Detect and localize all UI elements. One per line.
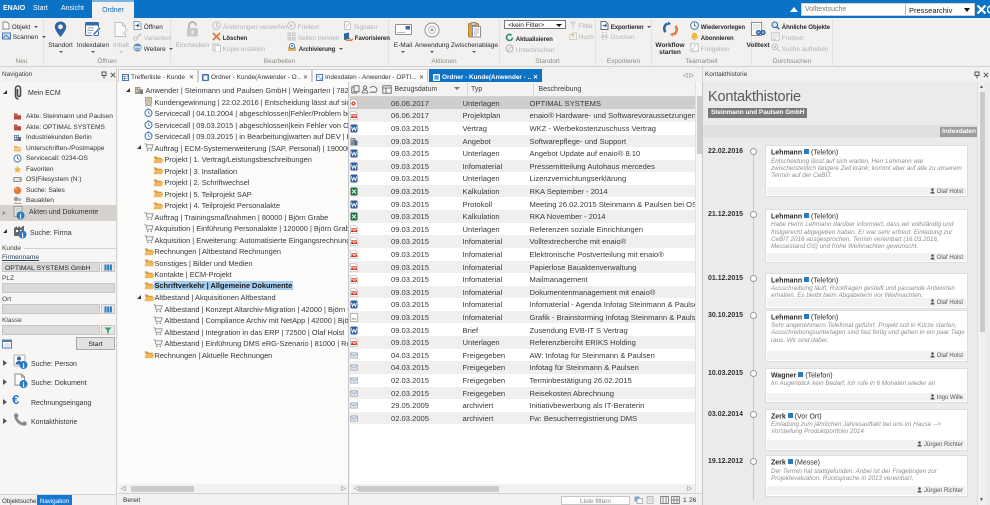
svg-text:PDF: PDF (350, 253, 357, 257)
svg-text:i: i (22, 361, 24, 370)
svg-text:i: i (21, 230, 23, 239)
svg-text:PDF: PDF (350, 278, 357, 282)
svg-text:PDF: PDF (350, 240, 357, 244)
svg-text:i: i (19, 211, 21, 220)
svg-text:PDF: PDF (350, 114, 357, 118)
svg-text:PDF: PDF (350, 228, 357, 232)
svg-text:PDF: PDF (350, 291, 357, 295)
svg-text:i: i (22, 380, 24, 389)
svg-text:PDF: PDF (350, 266, 357, 270)
svg-text:PDF: PDF (350, 341, 357, 345)
